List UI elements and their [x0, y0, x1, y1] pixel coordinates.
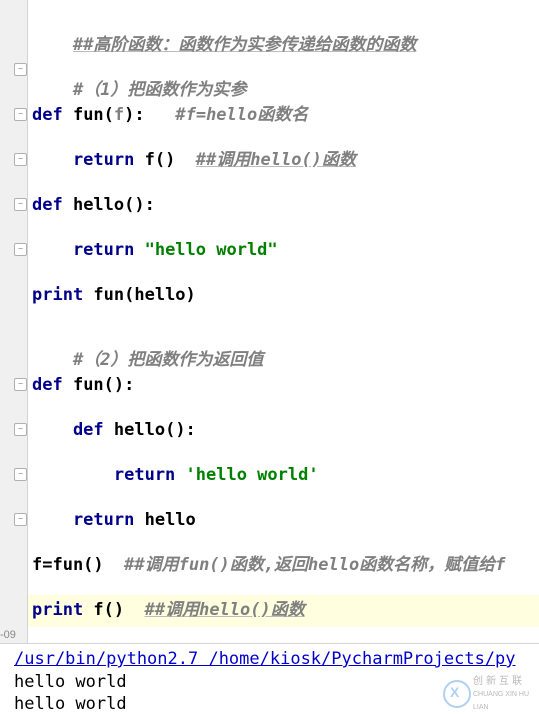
keyword: def [32, 195, 73, 215]
func-name: hello [73, 195, 124, 215]
expr: hello [145, 510, 196, 530]
paren: ): [124, 105, 175, 125]
fold-icon[interactable] [14, 108, 27, 121]
output-cmd-path: /usr/bin/python2.7 /home/kiosk/PycharmPr… [14, 648, 516, 670]
fold-icon[interactable] [14, 63, 27, 76]
code-line[interactable]: print f() ##调用hello()函数 [32, 600, 305, 620]
func-name: hello [114, 420, 165, 440]
keyword: def [32, 105, 73, 125]
fold-icon[interactable] [14, 468, 27, 481]
keyword: def [32, 375, 73, 395]
func-name: fun [73, 375, 104, 395]
code-line[interactable]: print fun(hello) [32, 285, 196, 305]
code-line[interactable]: return hello [32, 510, 196, 530]
paren: (): [165, 420, 196, 440]
code-line[interactable]: f=fun() ##调用fun()函数,返回hello函数名称，赋值给f [32, 555, 505, 575]
comment: #（1）把函数作为实参 [73, 80, 246, 100]
keyword: return [32, 150, 145, 170]
comment: #（2）把函数作为返回值 [73, 350, 263, 370]
string: 'hello world' [186, 465, 319, 485]
code-line[interactable]: def hello(): [32, 420, 196, 440]
code-line[interactable]: def hello(): [32, 195, 155, 215]
output-line: hello world [14, 693, 127, 714]
code-line[interactable]: def fun(f): #f=hello函数名 [32, 105, 308, 125]
keyword: return [32, 465, 186, 485]
keyword: print [32, 285, 93, 305]
keyword: return [32, 510, 145, 530]
run-output[interactable]: /usr/bin/python2.7 /home/kiosk/PycharmPr… [0, 643, 539, 714]
expr: f() [93, 600, 144, 620]
paren: (): [104, 375, 135, 395]
expr: f() [145, 150, 196, 170]
code-line[interactable]: return f() ##调用hello()函数 [32, 150, 356, 170]
fold-icon[interactable] [14, 198, 27, 211]
comment: ##调用hello()函数 [145, 600, 305, 620]
editor-gutter [0, 0, 28, 627]
keyword: return [32, 240, 145, 260]
keyword: def [32, 420, 114, 440]
paren: (): [124, 195, 155, 215]
string: "hello world" [145, 240, 278, 260]
keyword: print [32, 600, 93, 620]
separator-label: -09 [0, 629, 16, 641]
comment: ##调用fun()函数,返回hello函数名称，赋值给f [124, 555, 505, 575]
output-line: hello world [14, 671, 127, 693]
expr: fun(hello) [93, 285, 195, 305]
fold-icon[interactable] [14, 243, 27, 256]
paren: ( [104, 105, 114, 125]
fold-icon[interactable] [14, 423, 27, 436]
fold-icon[interactable] [14, 153, 27, 166]
comment: #f=hello函数名 [175, 105, 308, 125]
fold-icon[interactable] [14, 513, 27, 526]
code-line[interactable]: def fun(): [32, 375, 134, 395]
code-editor[interactable]: ##高阶函数：函数作为实参传递给函数的函数 #（1）把函数作为实参 def fu… [0, 0, 539, 627]
func-name: fun [73, 105, 104, 125]
comment: ##调用hello()函数 [196, 150, 356, 170]
code-line[interactable]: return "hello world" [32, 240, 278, 260]
comment: ##高阶函数：函数作为实参传递给函数的函数 [73, 35, 416, 55]
expr: f=fun() [32, 555, 124, 575]
param: f [114, 105, 124, 125]
fold-icon[interactable] [14, 378, 27, 391]
code-line[interactable]: return 'hello world' [32, 465, 319, 485]
